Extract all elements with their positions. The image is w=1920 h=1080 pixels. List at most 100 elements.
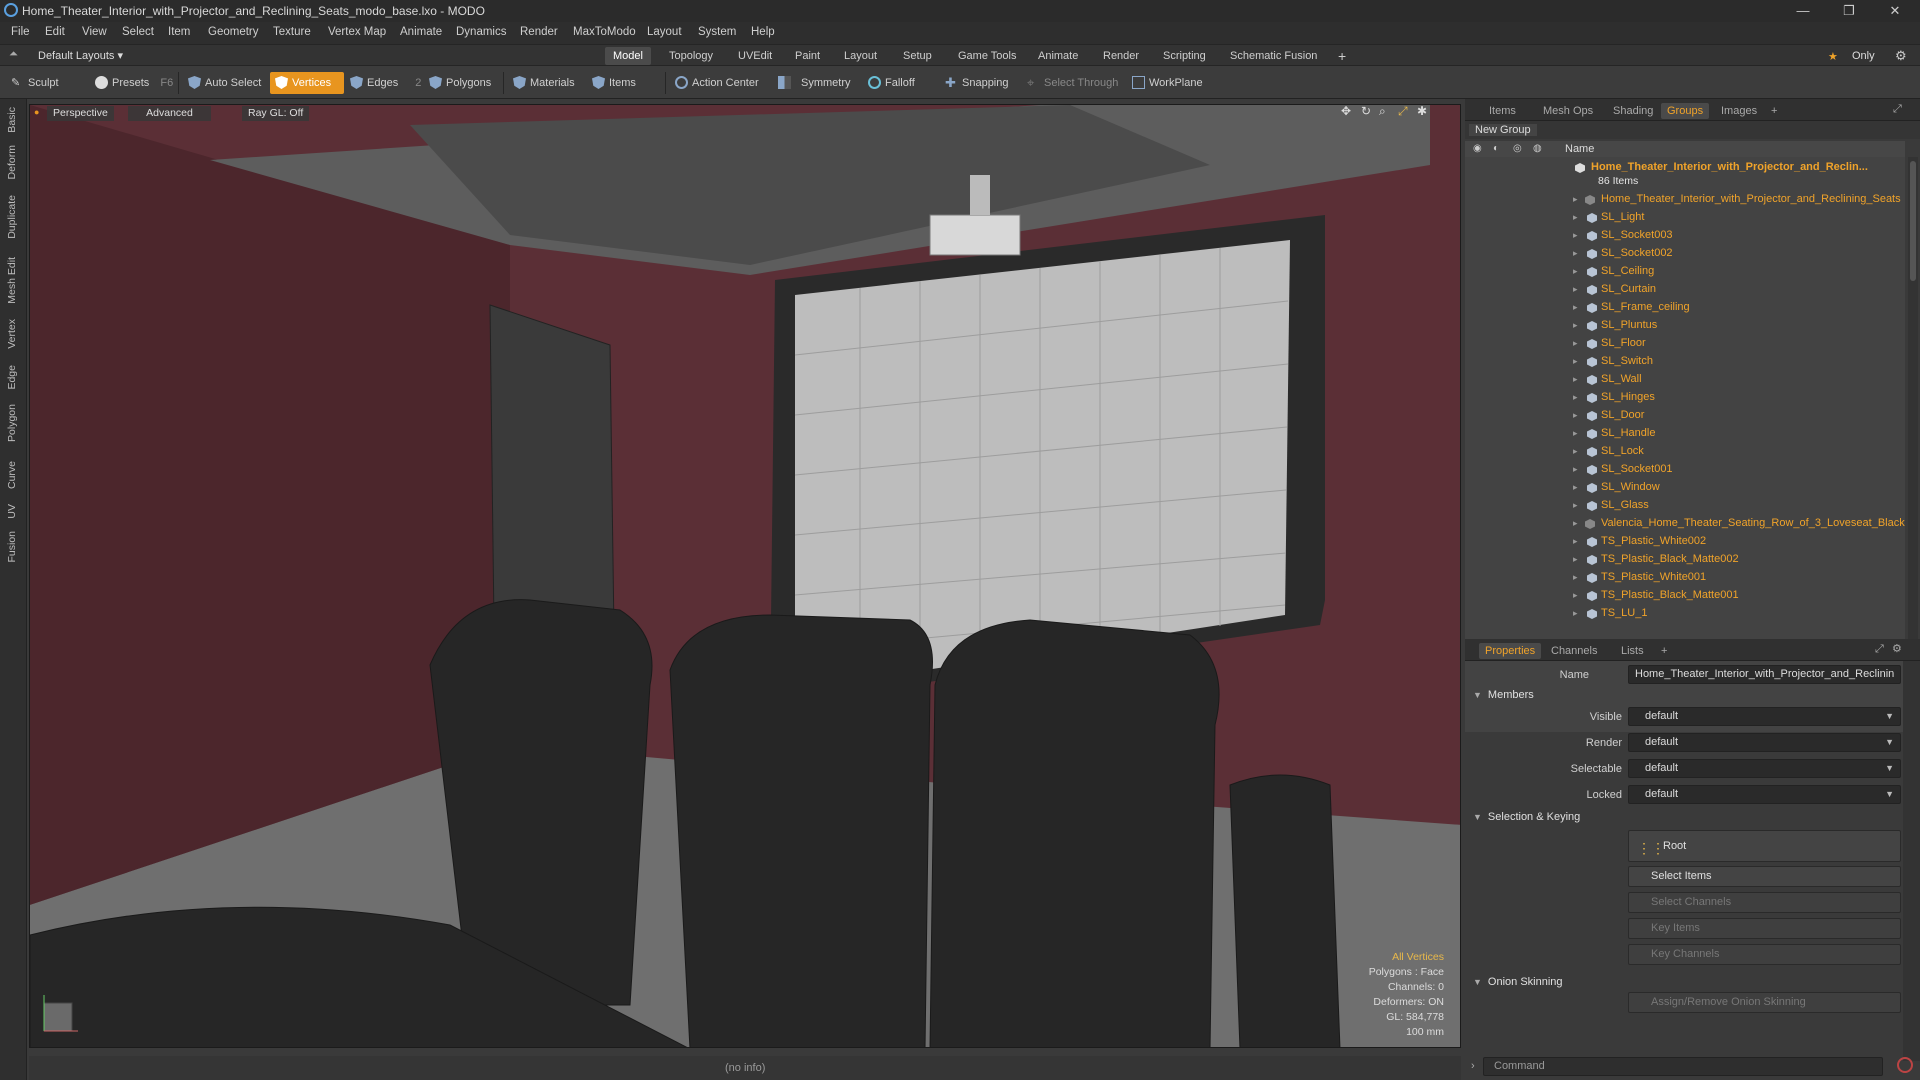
menu-layout[interactable]: Layout [647,26,682,38]
select-channels-button[interactable]: Select Channels [1628,892,1901,913]
maximize-button[interactable]: ❐ [1826,0,1872,22]
tab-lists[interactable]: Lists [1615,643,1650,659]
menu-system[interactable]: System [698,26,736,38]
up-arrow-icon[interactable]: ⏶ [9,48,18,61]
tab-shading[interactable]: Shading [1607,103,1659,119]
tree-row[interactable]: ▸ SL_Door [1465,407,1905,425]
tree-row[interactable]: ▸ SL_Curtain [1465,281,1905,299]
tab-items[interactable]: Items [1483,103,1522,119]
tree-row[interactable]: ▸ TS_LU_1 [1465,605,1905,623]
tab-images[interactable]: Images [1715,103,1763,119]
falloff-button[interactable]: Falloff [863,72,923,94]
vtab-curve[interactable]: Curve [6,461,18,489]
expand-properties-icon[interactable]: ⤢ [1875,643,1884,656]
menu-edit[interactable]: Edit [45,26,65,38]
add-tab-button[interactable]: + [1330,47,1354,65]
tree-row[interactable]: ▸ SL_Light [1465,209,1905,227]
tree-row[interactable]: ▸ SL_Ceiling [1465,263,1905,281]
tree-row[interactable]: ▸ SL_Switch [1465,353,1905,371]
vtab-duplicate[interactable]: Duplicate [6,195,18,239]
menu-file[interactable]: File [11,26,30,38]
3d-viewport[interactable] [29,104,1461,1048]
polygons-button[interactable]: Polygons [424,72,499,94]
name-column-header[interactable]: Name [1565,143,1594,155]
add-panel-tab-button[interactable]: + [1765,103,1783,119]
tab-game-tools[interactable]: Game Tools [950,47,1025,65]
menu-help[interactable]: Help [751,26,775,38]
tree-row[interactable]: ▸ Home_Theater_Interior_with_Projector_an… [1465,191,1905,209]
vtab-deform[interactable]: Deform [6,145,18,179]
fit-view-icon[interactable]: ⤢ [1398,104,1408,119]
assign-onion-button[interactable]: Assign/Remove Onion Skinning [1628,992,1901,1013]
tab-channels[interactable]: Channels [1545,643,1603,659]
menu-vertex-map[interactable]: Vertex Map [328,26,386,38]
gear-icon[interactable]: ⚙ [1895,48,1907,64]
tree-row[interactable]: ▸ SL_Pluntus [1465,317,1905,335]
locked-dropdown[interactable]: default ▼ [1628,785,1901,804]
select-column-icon[interactable]: ◎ [1513,143,1522,154]
raygl-button[interactable]: Ray GL: Off [242,106,310,121]
tab-properties[interactable]: Properties [1479,643,1542,659]
sculpt-button[interactable]: ✎ Sculpt [6,72,67,94]
menu-render[interactable]: Render [520,26,558,38]
tree-row[interactable]: ▸ TS_Plastic_Black_Matte002 [1465,551,1905,569]
new-group-button[interactable]: New Group [1469,124,1537,136]
tab-schematic-fusion[interactable]: Schematic Fusion [1222,47,1325,65]
tree-row[interactable]: ▸ SL_Frame_ceiling [1465,299,1905,317]
select-items-button[interactable]: Select Items [1628,866,1901,887]
minimize-button[interactable]: — [1780,0,1826,22]
tab-setup[interactable]: Setup [895,47,940,65]
only-toggle[interactable]: Only [1852,50,1875,62]
tab-layout[interactable]: Layout [836,47,885,65]
presets-button[interactable]: Presets F6 [90,72,181,94]
items-button[interactable]: Items [587,72,644,94]
command-input[interactable]: Command [1483,1057,1883,1076]
lock-column-icon[interactable]: ◍ [1533,143,1542,154]
tab-uvedit[interactable]: UVEdit [730,47,780,65]
vtab-fusion[interactable]: Fusion [6,531,18,563]
tab-groups[interactable]: Groups [1661,103,1710,119]
perspective-button[interactable]: Perspective [47,106,114,121]
tree-row[interactable]: ▸ SL_Socket003 [1465,227,1905,245]
tab-paint[interactable]: Paint [787,47,828,65]
tab-mesh-ops[interactable]: Mesh Ops [1537,103,1599,119]
key-channels-button[interactable]: Key Channels [1628,944,1901,965]
zoom-view-icon[interactable]: ⌕ [1379,104,1386,119]
add-props-tab-button[interactable]: + [1655,643,1673,659]
selection-keying-section[interactable]: ▼ Selection & Keying [1473,811,1580,823]
auto-select-button[interactable]: Auto Select [183,72,269,94]
tree-row[interactable]: ▸ TS_Plastic_Black_Matte001 [1465,587,1905,605]
layout-selector[interactable]: Default Layouts ▾ [38,49,123,62]
tree-row[interactable]: ▸ SL_Hinges [1465,389,1905,407]
menu-item[interactable]: Item [168,26,190,38]
tree-row[interactable]: ▸ SL_Handle [1465,425,1905,443]
vtab-basic[interactable]: Basic [6,107,18,133]
expand-panel-icon[interactable]: ⤢ [1893,103,1902,116]
tree-row[interactable]: ▸ SL_Window [1465,479,1905,497]
vtab-uv[interactable]: UV [6,504,18,519]
symmetry-button[interactable]: Symmetry [773,72,859,94]
visible-dropdown[interactable]: default ▼ [1628,707,1901,726]
menu-texture[interactable]: Texture [273,26,311,38]
members-section[interactable]: ▼ Members [1473,689,1534,701]
materials-button[interactable]: Materials [508,72,583,94]
record-icon[interactable] [1897,1057,1913,1073]
tab-model[interactable]: Model [605,47,651,65]
action-center-button[interactable]: Action Center [670,72,767,94]
vtab-polygon[interactable]: Polygon [6,404,18,442]
tree-row[interactable]: ▸ SL_Lock [1465,443,1905,461]
snapping-button[interactable]: ✚ Snapping [940,72,1017,94]
onion-skinning-section[interactable]: ▼ Onion Skinning [1473,976,1563,988]
visibility-column-icon[interactable]: ◉ [1473,143,1482,154]
menu-dynamics[interactable]: Dynamics [456,26,506,38]
tree-row[interactable]: ▸ SL_Socket001 [1465,461,1905,479]
vtab-edge[interactable]: Edge [6,365,18,390]
menu-view[interactable]: View [82,26,107,38]
scrollbar-thumb[interactable] [1910,161,1916,281]
workplane-button[interactable]: WorkPlane [1127,72,1211,94]
properties-settings-icon[interactable]: ⚙ [1892,642,1902,655]
tree-row[interactable]: ▸ TS_Plastic_White002 [1465,533,1905,551]
move-view-icon[interactable]: ✥ [1341,104,1351,118]
viewport-settings-icon[interactable]: ✱ [1417,104,1427,118]
select-through-button[interactable]: ⌖ Select Through [1022,72,1126,94]
